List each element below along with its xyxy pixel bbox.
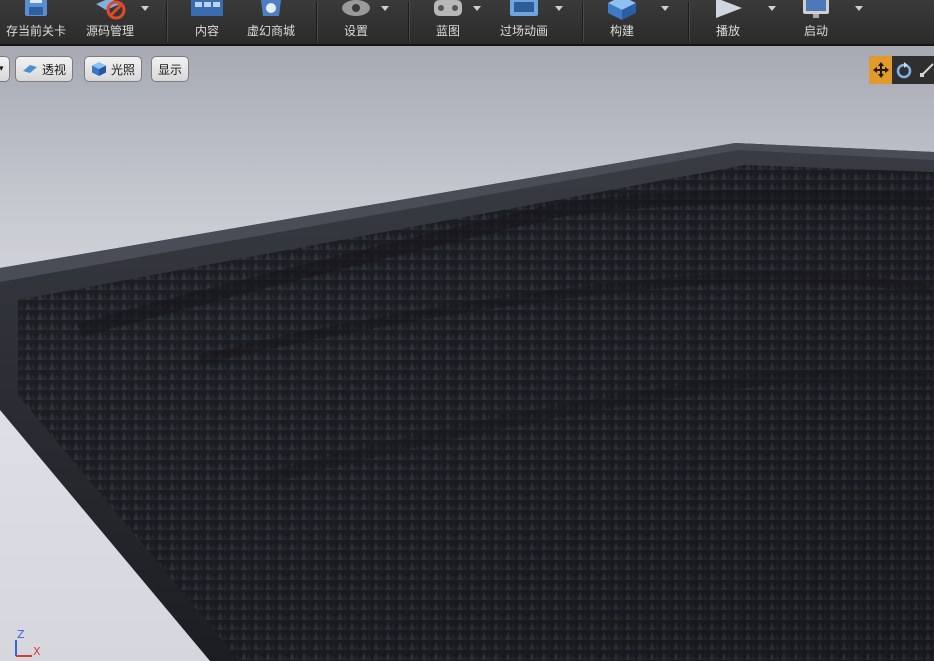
settings-dropdown-caret[interactable] xyxy=(381,6,389,11)
launch-dropdown-caret[interactable] xyxy=(855,6,863,11)
show-flags-button[interactable]: 显示 xyxy=(151,56,190,82)
blueprints-dropdown-caret[interactable] xyxy=(473,6,481,11)
main-toolbar: 存当前关卡 源码管理 内容 虚幻商城 设置 蓝图 过场动画 构建 播放 启动 xyxy=(0,0,934,46)
toolbar-divider xyxy=(316,2,317,42)
content-button[interactable]: 内容 xyxy=(182,0,232,44)
launch-label: 启动 xyxy=(803,24,828,38)
cinematics-dropdown-caret[interactable] xyxy=(555,6,563,11)
play-button[interactable]: 播放 xyxy=(704,0,752,44)
axis-indicator: Z X xyxy=(15,628,41,658)
source-control-label: 源码管理 xyxy=(85,24,134,38)
perspective-icon xyxy=(23,65,37,73)
blueprints-label: 蓝图 xyxy=(435,24,460,38)
play-icon xyxy=(716,0,742,18)
cinematics-label: 过场动画 xyxy=(499,24,548,38)
build-button[interactable]: 构建 xyxy=(598,0,646,44)
source-control-dropdown-caret[interactable] xyxy=(141,6,149,11)
build-label: 构建 xyxy=(609,24,634,38)
toolbar-divider xyxy=(166,2,167,42)
perspective-label: 透视 xyxy=(42,62,67,77)
rotate-mode-button[interactable] xyxy=(892,56,915,84)
transform-mode-group xyxy=(869,56,934,84)
level-viewport[interactable]: ▾ 透视 光照 显示 Z X xyxy=(0,46,934,661)
settings-button[interactable]: 设置 xyxy=(332,0,380,44)
marketplace-label: 虚幻商城 xyxy=(246,24,295,38)
scale-icon xyxy=(920,63,934,77)
source-control-icon xyxy=(96,0,126,20)
toolbar-divider xyxy=(582,2,583,42)
z-axis-label: Z xyxy=(17,628,25,641)
marketplace-button[interactable]: 虚幻商城 xyxy=(240,0,302,44)
cinematics-icon xyxy=(510,0,538,16)
toolbar-divider xyxy=(688,2,689,42)
x-axis-label: X xyxy=(33,645,41,658)
play-dropdown-caret[interactable] xyxy=(768,6,776,11)
build-icon xyxy=(608,0,636,20)
save-current-level-label: 存当前关卡 xyxy=(5,24,66,38)
perspective-button[interactable]: 透视 xyxy=(15,56,74,82)
show-label: 显示 xyxy=(158,62,183,77)
launch-icon xyxy=(803,0,829,18)
blueprints-button[interactable]: 蓝图 xyxy=(424,0,472,44)
content-browser-icon xyxy=(191,0,223,16)
play-label: 播放 xyxy=(715,24,740,38)
blueprint-icon xyxy=(434,0,462,16)
launch-button[interactable]: 启动 xyxy=(790,0,842,44)
settings-icon xyxy=(342,0,370,16)
scale-mode-button[interactable] xyxy=(916,56,934,84)
save-icon xyxy=(25,0,47,16)
save-current-level-button[interactable]: 存当前关卡 xyxy=(0,0,72,44)
lit-cube-icon xyxy=(92,62,106,76)
chevron-down-icon: ▾ xyxy=(0,64,4,74)
build-dropdown-caret[interactable] xyxy=(661,6,669,11)
toolbar-divider xyxy=(408,2,409,42)
viewport-options-button[interactable]: ▾ xyxy=(0,56,10,82)
marketplace-icon xyxy=(261,0,281,16)
move-arrows-icon xyxy=(872,62,889,78)
translate-mode-button[interactable] xyxy=(869,56,893,84)
lighting-mode-button[interactable]: 光照 xyxy=(84,56,143,82)
source-control-button[interactable]: 源码管理 xyxy=(78,0,142,44)
lighting-label: 光照 xyxy=(111,62,136,77)
rotate-icon xyxy=(896,62,912,79)
content-label: 内容 xyxy=(194,24,219,38)
settings-label: 设置 xyxy=(343,24,368,38)
cinematics-button[interactable]: 过场动画 xyxy=(492,0,556,44)
terrain-scene xyxy=(0,143,934,661)
